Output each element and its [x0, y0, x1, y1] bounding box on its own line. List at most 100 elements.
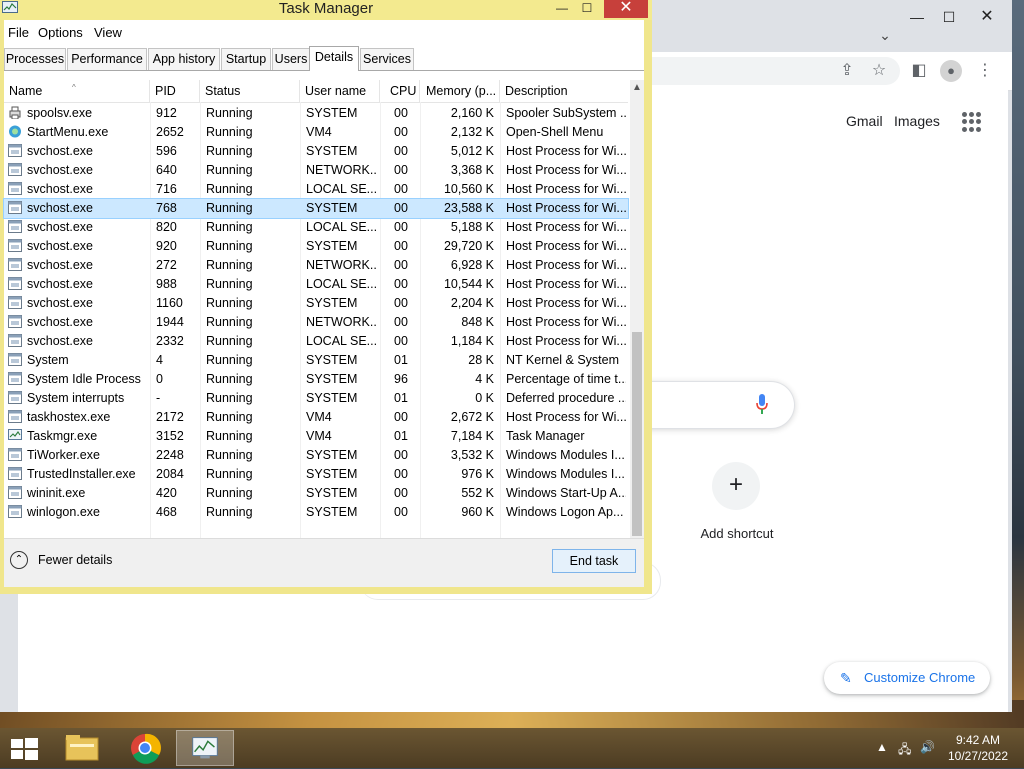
table-row[interactable]: svchost.exe 640 Running NETWORK... 00 3,368 K…: [4, 161, 628, 180]
cell-name: winlogon.exe: [27, 505, 100, 519]
task-manager-window: Task Manager — ☐ ✕ File Options View Pro…: [0, 0, 652, 594]
scroll-up-icon[interactable]: ▲: [630, 80, 644, 96]
system-clock[interactable]: 9:42 AM 10/27/2022: [938, 732, 1018, 764]
tm-minimize-button[interactable]: —: [550, 0, 574, 18]
scroll-thumb[interactable]: [632, 332, 642, 536]
table-row[interactable]: svchost.exe 1160 Running SYSTEM 00 2,204 K Hos…: [4, 294, 628, 313]
chrome-taskbar-button[interactable]: [116, 730, 174, 766]
windows-start-icon[interactable]: [8, 736, 40, 762]
cell-user: SYSTEM: [306, 467, 358, 481]
tab-app-history[interactable]: App history: [148, 48, 220, 70]
table-row[interactable]: svchost.exe 716 Running LOCAL SE... 00 10,560…: [4, 180, 628, 199]
process-icon: [8, 163, 22, 176]
share-icon[interactable]: ⇪: [836, 61, 858, 81]
menu-view[interactable]: View: [94, 25, 122, 40]
menu-file[interactable]: File: [8, 25, 29, 40]
table-row[interactable]: svchost.exe 988 Running LOCAL SE... 00 10,544…: [4, 275, 628, 294]
table-row[interactable]: System 4 Running SYSTEM 01 28 K NT Kernel & Sy…: [4, 351, 628, 370]
col-header-user[interactable]: User name: [300, 80, 380, 102]
table-row[interactable]: svchost.exe 1944 Running NETWORK... 00 848 K H…: [4, 313, 628, 332]
add-shortcut-icon[interactable]: +: [712, 462, 760, 510]
col-header-pid[interactable]: PID: [150, 80, 200, 102]
tab-performance[interactable]: Performance: [67, 48, 147, 70]
table-row[interactable]: TrustedInstaller.exe 2084 Running SYSTEM 00 9…: [4, 465, 628, 484]
table-row[interactable]: svchost.exe 768 Running SYSTEM 00 23,588 K Hos…: [3, 198, 629, 219]
network-icon[interactable]: 🖧: [898, 740, 911, 761]
tab-services[interactable]: Services: [360, 48, 414, 70]
cell-cpu: 00: [394, 182, 408, 196]
cell-name: svchost.exe: [27, 201, 94, 215]
cell-memory: 0 K: [475, 391, 494, 405]
tab-search-chevron-icon[interactable]: ⌄: [876, 26, 894, 44]
table-row[interactable]: svchost.exe 272 Running NETWORK... 00 6,928 K…: [4, 256, 628, 275]
table-row[interactable]: spoolsv.exe 912 Running SYSTEM 00 2,160 K Spoo…: [4, 104, 628, 123]
images-link[interactable]: Images: [894, 113, 940, 129]
process-icon: [8, 505, 22, 518]
table-row[interactable]: Taskmgr.exe 3152 Running VM4 01 7,184 K Task M…: [4, 427, 628, 446]
bookmark-star-icon[interactable]: ☆: [868, 61, 890, 81]
col-header-cpu[interactable]: CPU: [380, 80, 420, 102]
table-row[interactable]: TiWorker.exe 2248 Running SYSTEM 00 3,532 K Wi…: [4, 446, 628, 465]
cell-description: Host Process for Wi...: [506, 163, 626, 177]
chrome-maximize-button[interactable]: ☐: [934, 6, 964, 28]
col-header-memory[interactable]: Memory (p...: [420, 80, 500, 102]
table-row[interactable]: taskhostex.exe 2172 Running VM4 00 2,672 K Hos…: [4, 408, 628, 427]
vertical-scrollbar[interactable]: ▲ ▼: [630, 80, 644, 556]
google-apps-icon[interactable]: [962, 112, 982, 132]
microphone-icon[interactable]: [756, 394, 768, 416]
cell-status: Running: [206, 448, 253, 462]
tm-maximize-button[interactable]: ☐: [576, 0, 598, 18]
chrome-menu-icon[interactable]: ⋮: [974, 61, 996, 81]
end-task-button[interactable]: End task: [552, 549, 636, 573]
menu-options[interactable]: Options: [38, 25, 83, 40]
task-manager-taskbar-button[interactable]: [176, 730, 234, 766]
cell-name: svchost.exe: [27, 144, 94, 158]
profile-avatar-icon[interactable]: ●: [940, 60, 962, 82]
table-row[interactable]: StartMenu.exe 2652 Running VM4 00 2,132 K Open…: [4, 123, 628, 142]
table-row[interactable]: svchost.exe 596 Running SYSTEM 00 5,012 K Host…: [4, 142, 628, 161]
process-icon: [8, 448, 22, 461]
cell-user: SYSTEM: [306, 391, 358, 405]
show-hidden-icons-chevron[interactable]: ▲: [876, 740, 888, 754]
customize-chrome-button[interactable]: ✎ Customize Chrome: [824, 662, 990, 694]
cell-name: System Idle Process: [27, 372, 141, 386]
cell-pid: 1160: [156, 296, 183, 310]
cell-memory: 3,368 K: [450, 163, 494, 177]
add-shortcut-label[interactable]: Add shortcut: [690, 526, 784, 541]
file-explorer-taskbar-button[interactable]: [54, 730, 112, 766]
table-row[interactable]: System Idle Process 0 Running SYSTEM 96 4 K Pe…: [4, 370, 628, 389]
cell-description: Windows Start-Up A...: [506, 486, 626, 500]
cell-status: Running: [206, 239, 253, 253]
col-header-description[interactable]: Description: [500, 80, 628, 102]
col-header-name[interactable]: ^ Name: [4, 80, 150, 102]
table-row[interactable]: svchost.exe 2332 Running LOCAL SE... 00 1,184…: [4, 332, 628, 351]
cell-pid: 3152: [156, 429, 184, 443]
volume-icon[interactable]: 🔊: [920, 740, 935, 754]
address-bar[interactable]: ⇪ ☆: [650, 57, 900, 85]
col-header-status[interactable]: Status: [200, 80, 300, 102]
tab-processes[interactable]: Processes: [4, 48, 66, 70]
cell-user: NETWORK...: [306, 163, 378, 177]
cell-description: Host Process for Wi...: [506, 258, 626, 272]
table-row[interactable]: winlogon.exe 468 Running SYSTEM 00 960 K Windo…: [4, 503, 628, 522]
side-panel-icon[interactable]: ◧: [908, 61, 930, 81]
chrome-minimize-button[interactable]: —: [902, 6, 932, 28]
cell-user: LOCAL SE...: [306, 220, 378, 234]
task-manager-titlebar[interactable]: Task Manager — ☐ ✕: [0, 0, 652, 20]
chrome-close-button[interactable]: ✕: [972, 6, 1002, 28]
cell-memory: 2,204 K: [450, 296, 494, 310]
cell-user: SYSTEM: [306, 296, 358, 310]
cell-user: SYSTEM: [306, 505, 358, 519]
tab-startup[interactable]: Startup: [221, 48, 271, 70]
tab-users[interactable]: Users: [272, 48, 310, 70]
tm-close-button[interactable]: ✕: [604, 0, 648, 18]
gmail-link[interactable]: Gmail: [846, 113, 883, 129]
table-row[interactable]: svchost.exe 920 Running SYSTEM 00 29,720 K Hos…: [4, 237, 628, 256]
table-row[interactable]: svchost.exe 820 Running LOCAL SE... 00 5,188 …: [4, 218, 628, 237]
cell-user: LOCAL SE...: [306, 334, 378, 348]
table-row[interactable]: System interrupts - Running SYSTEM 01 0 K Defe…: [4, 389, 628, 408]
table-row[interactable]: wininit.exe 420 Running SYSTEM 00 552 K Window…: [4, 484, 628, 503]
cell-cpu: 00: [394, 201, 408, 215]
cell-user: NETWORK...: [306, 258, 378, 272]
tab-details[interactable]: Details: [309, 46, 359, 71]
